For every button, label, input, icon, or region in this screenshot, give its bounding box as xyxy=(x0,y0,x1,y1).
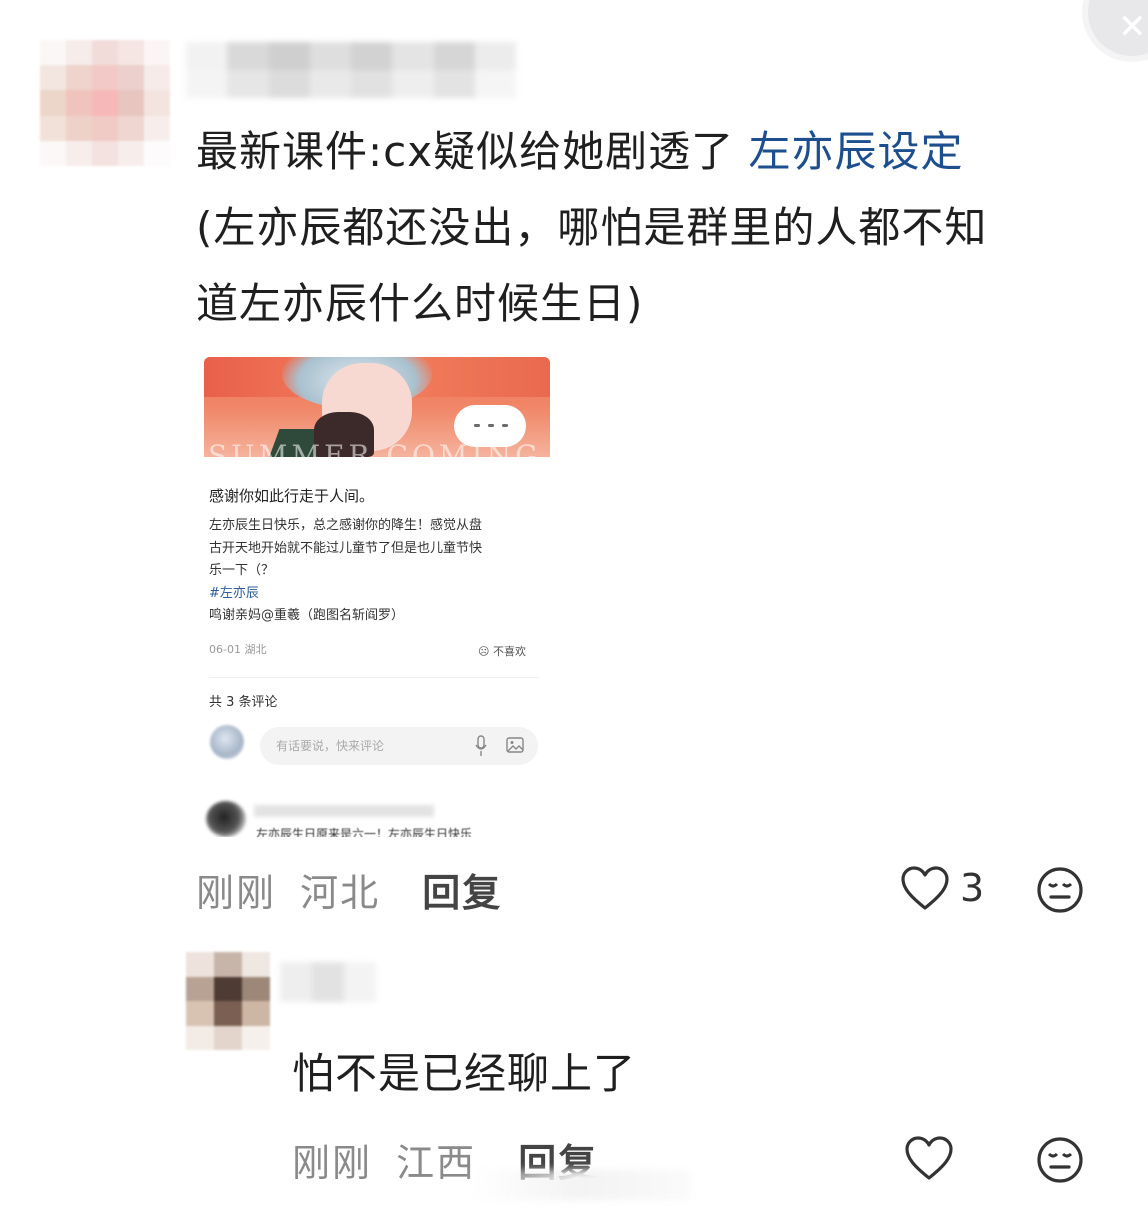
username-blurred xyxy=(254,805,434,817)
comment-meta: 刚刚 河北 回复 xyxy=(196,862,502,917)
post-hashtag[interactable]: #左亦辰 xyxy=(209,583,544,606)
neutral-face-icon[interactable] xyxy=(1036,1136,1084,1184)
comment-text-line2: (左亦辰都还没出，哪怕是群里的人都不知 xyxy=(196,203,988,252)
attached-image[interactable]: SUMMER COMING 感谢你如此行走于人间。 左亦辰生日快乐，总之感谢你的… xyxy=(200,355,552,837)
close-icon: ✕ xyxy=(1118,7,1147,47)
heart-icon[interactable] xyxy=(904,1136,954,1182)
first-comment-text: 左亦辰生日原来是六一！左亦辰生日快乐 xyxy=(256,827,473,837)
blur-overlay xyxy=(470,1170,690,1200)
neutral-face-icon: ☹ xyxy=(478,645,490,658)
corner-close-button[interactable]: ✕ xyxy=(1082,0,1148,62)
comment-input[interactable]: 有话要说，快来评论 xyxy=(260,727,538,765)
banner-illustration: SUMMER COMING xyxy=(204,357,550,457)
comment-count: 共 3 条评论 xyxy=(209,695,278,710)
divider xyxy=(209,677,539,678)
post-body-line: 左亦辰生日快乐，总之感谢你的降生！感觉从盘 xyxy=(209,518,483,533)
comment-time: 刚刚 xyxy=(196,871,277,915)
reply-text: 怕不是已经聊上了 xyxy=(292,1049,637,1098)
post-credit: 鸣谢亲妈@重羲（跑图名斩阎罗） xyxy=(209,608,405,623)
post-title: 感谢你如此行走于人间。 xyxy=(209,487,375,505)
neutral-face-icon[interactable] xyxy=(1036,866,1084,914)
avatar[interactable] xyxy=(186,952,270,1050)
topic-link[interactable]: 左亦辰设定 xyxy=(748,127,963,176)
post-body-line: 古开天地开始就不能过儿童节了但是也儿童节快 xyxy=(209,540,483,556)
post-body-line: 乐一下（？ xyxy=(209,563,275,578)
image-icon[interactable] xyxy=(506,737,524,753)
microphone-icon[interactable] xyxy=(475,735,487,757)
comment-text-line3: 道左亦辰什么时候生日) xyxy=(196,279,644,328)
reply-button[interactable]: 回复 xyxy=(422,871,502,915)
like-count: 3 xyxy=(960,866,985,910)
comment-location: 江西 xyxy=(396,1141,477,1185)
avatar[interactable] xyxy=(40,40,170,166)
heart-icon[interactable] xyxy=(900,866,950,912)
avatar xyxy=(210,725,244,759)
dislike-button[interactable]: ☹ 不喜欢 xyxy=(478,643,526,659)
username-blurred[interactable] xyxy=(280,962,376,1002)
comment-text-main: 最新课件:cx疑似给她剧透了 xyxy=(196,127,749,176)
comment-input-placeholder: 有话要说，快来评论 xyxy=(276,739,385,753)
post-date-location: 06-01 湖北 xyxy=(209,643,267,656)
post-body: 左亦辰生日快乐，总之感谢你的降生！感觉从盘 古开天地开始就不能过儿童节了但是也儿… xyxy=(209,515,544,628)
comment-time: 刚刚 xyxy=(292,1141,373,1185)
avatar xyxy=(206,801,246,837)
banner-watermark: SUMMER COMING xyxy=(208,439,542,457)
dislike-label: 不喜欢 xyxy=(492,645,526,658)
username-blurred[interactable] xyxy=(186,42,516,98)
comment-text: 最新课件:cx疑似给她剧透了 左亦辰设定 xyxy=(196,114,963,190)
comment-location: 河北 xyxy=(300,871,381,915)
